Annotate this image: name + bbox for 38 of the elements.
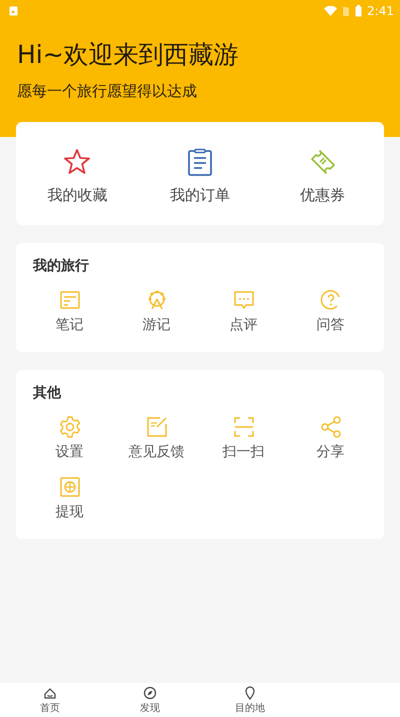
nav-tab[interactable]: 发现 xyxy=(100,683,200,717)
ferris-wheel-icon xyxy=(146,289,168,311)
menu-item[interactable]: 提现 xyxy=(56,503,84,521)
nav-tab[interactable]: 首页 xyxy=(0,683,100,717)
share-icon xyxy=(320,416,342,438)
star-icon xyxy=(63,148,92,176)
chat-bubble-icon xyxy=(232,289,254,311)
note-icon xyxy=(58,289,80,311)
welcome-subtitle: 愿每一个旅行愿望得以达成 xyxy=(17,81,198,101)
menu-item[interactable]: 点评 xyxy=(230,316,258,334)
question-icon xyxy=(320,289,342,311)
menu-item[interactable]: 意见反馈 xyxy=(128,443,184,461)
ticket-icon xyxy=(308,148,337,176)
compass-icon xyxy=(143,686,157,700)
menu-item[interactable]: 设置 xyxy=(56,443,84,461)
quick-link[interactable]: 优惠券 xyxy=(300,186,346,205)
welcome-title: Hi~欢迎来到西藏游 xyxy=(17,39,240,71)
clipboard-icon xyxy=(186,148,214,176)
quick-link[interactable]: 我的订单 xyxy=(170,186,230,205)
location-icon xyxy=(243,686,257,700)
section-title: 其他 xyxy=(32,384,62,402)
no-sim-icon xyxy=(342,6,350,16)
notification-icon xyxy=(9,6,18,16)
quick-link[interactable]: 我的收藏 xyxy=(47,186,108,205)
menu-item[interactable]: 问答 xyxy=(316,316,344,334)
scan-icon xyxy=(232,416,254,438)
edit-note-icon xyxy=(146,416,168,438)
menu-item[interactable]: 笔记 xyxy=(56,316,84,334)
wifi-icon xyxy=(324,6,338,16)
nav-tab[interactable]: 目的地 xyxy=(200,683,300,717)
settings-icon xyxy=(58,416,80,438)
section-title: 我的旅行 xyxy=(32,257,90,275)
home-icon xyxy=(43,686,57,700)
battery-icon xyxy=(355,5,362,17)
menu-item[interactable]: 游记 xyxy=(142,316,170,334)
menu-item[interactable]: 分享 xyxy=(316,443,344,461)
menu-item[interactable]: 扫一扫 xyxy=(222,443,264,461)
clock-time: 2:41 xyxy=(367,4,394,18)
